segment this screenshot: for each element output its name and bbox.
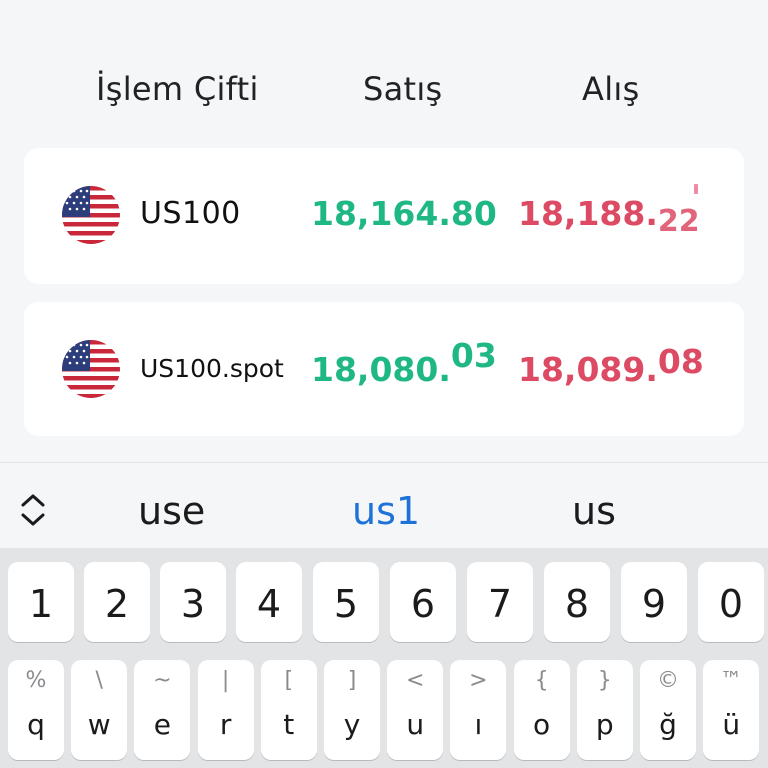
key-label: o <box>533 708 551 741</box>
key-o[interactable]: {o <box>513 660 570 760</box>
key-alt-label: < <box>405 668 425 693</box>
sell-price: 18,164.80 <box>311 194 497 233</box>
key-r[interactable]: | r <box>197 660 254 760</box>
key-7[interactable]: 7 <box>467 562 533 642</box>
suggestion-word[interactable]: us <box>572 489 616 533</box>
key-alt-label: > <box>469 668 488 693</box>
key-4[interactable]: 4 <box>236 562 302 642</box>
key-alt-label: ~ <box>153 668 172 693</box>
instrument-row[interactable]: US100 18,164.80 18,188.22 <box>24 148 744 284</box>
key-label: e <box>153 708 171 741</box>
us-flag-icon <box>62 340 120 398</box>
key-label: ı <box>474 708 483 741</box>
key-label: 5 <box>333 582 359 626</box>
key-alt-label: [ <box>284 668 294 693</box>
key-label: 6 <box>410 582 436 626</box>
key-ğ[interactable]: © ğ <box>640 660 696 760</box>
key-w[interactable]: \ w <box>71 660 128 760</box>
key-label: 3 <box>180 582 206 626</box>
key-t[interactable]: [t <box>260 660 317 760</box>
key-3[interactable]: 3 <box>160 562 226 642</box>
key-ı[interactable]: > ı <box>450 660 507 760</box>
key-e[interactable]: ~ e <box>134 660 191 760</box>
key-p[interactable]: } p <box>576 660 633 760</box>
sell-price: 18,080.03 <box>311 336 497 389</box>
key-label: y <box>343 708 361 741</box>
instrument-row[interactable]: US100.spot 18,080.03 18,089.08 <box>24 302 744 436</box>
key-label: w <box>87 708 111 741</box>
key-y[interactable]: ] y <box>324 660 380 760</box>
key-label: ü <box>722 708 741 741</box>
key-0[interactable]: 0 <box>698 562 764 642</box>
key-5[interactable]: 5 <box>313 562 379 642</box>
buy-price: 18,089.08 <box>518 342 704 389</box>
suggestion-word-active[interactable]: us1 <box>352 489 420 533</box>
key-label: 1 <box>28 582 54 626</box>
key-2[interactable]: 2 <box>84 562 150 642</box>
instrument-symbol: US100.spot <box>140 354 284 383</box>
key-label: t <box>283 708 295 741</box>
key-label: 0 <box>718 582 744 626</box>
table-header: İşlem Çifti Satış Alış <box>0 0 768 148</box>
key-q[interactable]: % q <box>8 660 64 760</box>
key-alt-label: ] <box>347 668 357 693</box>
key-alt-label: | <box>221 668 230 693</box>
on-screen-keyboard: 1234567890 % q \ w ~ e | r[t] y < u > ı{o} p © ğ ™ ü <box>0 548 768 768</box>
key-alt-label: % <box>25 668 47 693</box>
key-label: 2 <box>104 582 130 626</box>
suggestion-word[interactable]: use <box>138 489 205 533</box>
key-label: p <box>595 708 614 741</box>
key-label: r <box>219 708 232 741</box>
key-1[interactable]: 1 <box>8 562 74 642</box>
buy-price: 18,188.22 <box>518 194 700 239</box>
key-label: ğ <box>659 708 677 741</box>
key-alt-label: © <box>657 668 679 693</box>
us-flag-icon <box>62 186 120 244</box>
key-9[interactable]: 9 <box>621 562 687 642</box>
key-ü[interactable]: ™ ü <box>703 660 760 760</box>
key-label: 9 <box>641 582 667 626</box>
key-alt-label: { <box>534 668 549 693</box>
key-label: u <box>406 708 425 741</box>
column-header-pair: İşlem Çifti <box>96 70 259 108</box>
column-header-buy: Alış <box>582 70 640 108</box>
key-alt-label: } <box>597 668 612 693</box>
expand-collapse-icon[interactable] <box>18 491 48 529</box>
key-label: 8 <box>564 582 590 626</box>
key-label: 4 <box>256 582 282 626</box>
key-alt-label: ™ <box>720 668 743 693</box>
column-header-sell: Satış <box>363 70 443 108</box>
keyboard-suggestion-bar: use us1 us <box>0 462 768 556</box>
key-alt-label: \ <box>95 668 103 693</box>
key-u[interactable]: < u <box>387 660 444 760</box>
key-label: q <box>27 708 45 741</box>
instrument-symbol: US100 <box>140 196 241 231</box>
price-change-indicator <box>694 184 698 194</box>
key-8[interactable]: 8 <box>544 562 610 642</box>
key-6[interactable]: 6 <box>390 562 456 642</box>
key-label: 7 <box>487 582 513 626</box>
